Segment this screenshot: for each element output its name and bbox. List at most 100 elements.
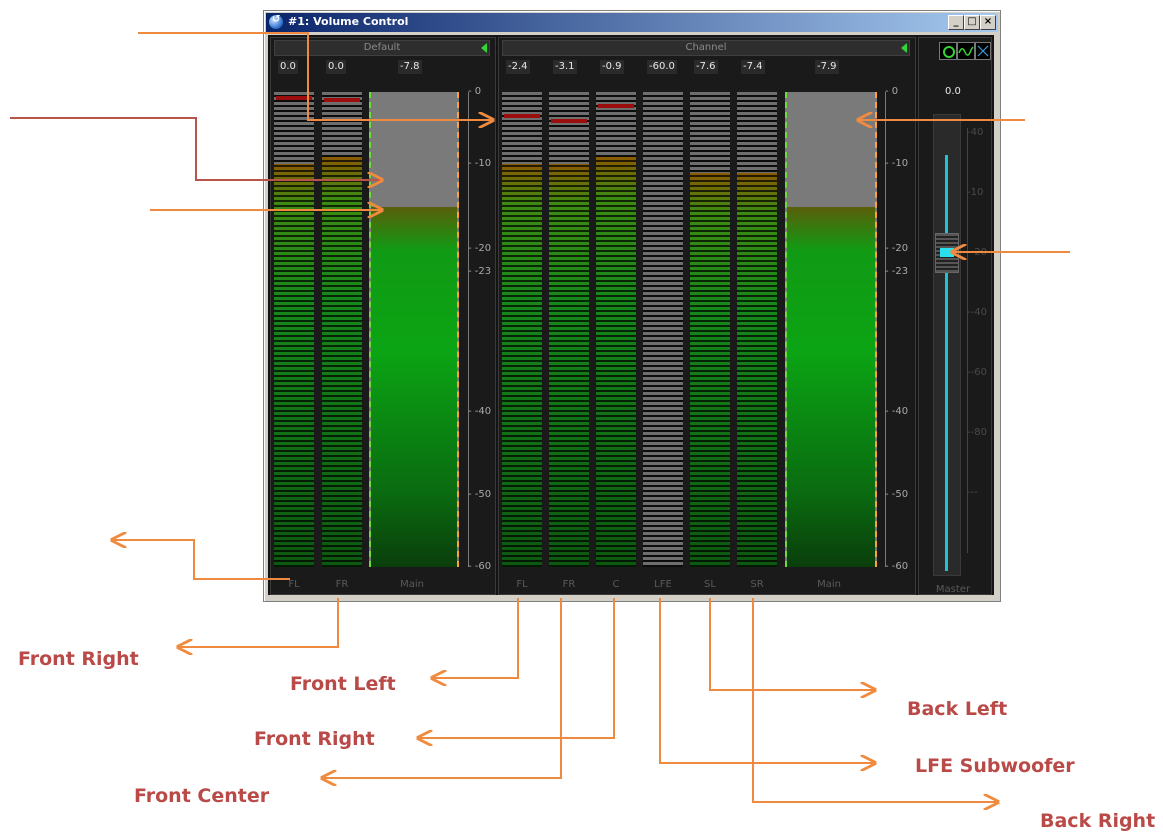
minimize-button[interactable]: _ <box>948 15 964 30</box>
scale-tick: - -23 <box>468 266 492 277</box>
annotation-label-front-right-2: Front Right <box>254 728 375 750</box>
channel-level-meter <box>643 92 683 567</box>
channel-label: FR <box>562 579 576 590</box>
scale-tick: - -10 <box>885 158 909 169</box>
scale-tick: - -10 <box>468 158 492 169</box>
annotation-label-front-left: Front Left <box>290 673 396 695</box>
channel-level-meter <box>322 92 362 567</box>
master-scale-tick: --60 <box>967 367 987 378</box>
channel-value-readout: -7.9 <box>815 60 839 74</box>
mixer-client-area: Default 0.0 0.0 -7.8 FL FR Main - 0 - -10 - -2… <box>268 35 994 595</box>
scale-tick: - -20 <box>468 243 492 254</box>
annotation-label-back-left: Back Left <box>907 698 1008 720</box>
meter-segments <box>274 92 314 567</box>
meter-fill <box>371 206 457 567</box>
default-panel: Default 0.0 0.0 -7.8 FL FR Main - 0 - -10 - -2… <box>270 37 496 595</box>
channel-panel: Channel -2.4 -3.1 -0.9 -60.0 -7.6 -7.4 -7.9 FL… <box>498 37 916 595</box>
channel-value-readout: -0.9 <box>600 60 624 74</box>
channel-value-readout: 0.0 <box>326 60 346 74</box>
pointer-arrow <box>432 598 519 678</box>
scale-tick: - -40 <box>468 406 492 417</box>
close-button[interactable]: × <box>980 15 996 30</box>
channel-label: Main <box>817 579 841 590</box>
window-title: #1: Volume Control <box>288 15 409 28</box>
meter-segments <box>643 92 683 567</box>
channel-value-readout: -7.4 <box>741 60 765 74</box>
channel-level-meter <box>274 92 314 567</box>
channel-value-readout: -60.0 <box>647 60 677 74</box>
channel-value-readout: -3.1 <box>553 60 577 74</box>
channel-label: C <box>612 579 620 590</box>
peak-indicator <box>551 119 587 124</box>
main-level-meter <box>785 92 877 567</box>
meter-segments <box>690 92 730 567</box>
peak-indicator <box>504 113 540 118</box>
master-scale: -40 -10 --20 --40 --60 --80 --- <box>967 128 987 553</box>
peak-indicator <box>598 103 634 108</box>
scale-tick: - -60 <box>468 561 492 572</box>
waveform-icon[interactable] <box>957 42 975 60</box>
pointer-arrow <box>709 598 875 690</box>
channel-level-meter <box>737 92 777 567</box>
meter-fill <box>787 206 875 567</box>
peak-indicator <box>276 95 312 100</box>
channel-label: FR <box>335 579 349 590</box>
channel-level-meter <box>690 92 730 567</box>
channel-level-meter <box>549 92 589 567</box>
channel-panel-header[interactable]: Channel <box>502 40 910 56</box>
master-scale-tick: --- <box>967 487 978 498</box>
pointer-arrow <box>659 598 875 763</box>
master-label: Master <box>935 584 971 595</box>
annotation-label-back-right: Back Right <box>1040 810 1156 832</box>
channel-label: Main <box>400 579 424 590</box>
meter-segments <box>502 92 542 567</box>
main-level-meter <box>369 92 459 567</box>
default-header-label: Default <box>363 42 401 53</box>
master-panel: 0.0 -40 -10 --20 --40 --60 --80 --- Master <box>918 37 992 595</box>
scale-tick: - 0 <box>468 86 482 97</box>
scale-tick: - -40 <box>885 406 909 417</box>
channel-db-scale: - 0 - -10 - -20 - -23 - -40 - -50 - -60 <box>885 87 909 572</box>
master-slider-track[interactable] <box>933 114 961 576</box>
channel-level-meter <box>502 92 542 567</box>
collapse-triangle-icon[interactable] <box>901 43 907 53</box>
scale-tick: - -60 <box>885 561 909 572</box>
master-value: 0.0 <box>945 86 961 97</box>
app-icon: ↺ <box>269 14 283 29</box>
maximize-button[interactable]: □ <box>964 15 980 30</box>
power-icon[interactable] <box>939 42 957 60</box>
channel-header-label: Channel <box>685 42 727 53</box>
channel-label: FL <box>516 579 528 590</box>
scale-tick: - -20 <box>885 243 909 254</box>
scale-tick: - -23 <box>885 266 909 277</box>
meter-segments <box>549 92 589 567</box>
pointer-arrow <box>178 598 339 647</box>
master-slider-knob[interactable] <box>935 233 959 273</box>
annotation-label-front-center: Front Center <box>134 785 270 807</box>
title-bar[interactable]: ↺ #1: Volume Control _ □ × <box>266 13 998 32</box>
master-scale-tick: -10 <box>967 187 984 198</box>
default-db-scale: - 0 - -10 - -20 - -23 - -40 - -50 - -60 <box>468 87 492 572</box>
master-scale-tick: --40 <box>967 307 987 318</box>
default-panel-header[interactable]: Default <box>274 40 490 56</box>
master-scale-tick: --80 <box>967 427 987 438</box>
scale-tick: - -50 <box>885 489 909 500</box>
volume-control-window: ↺ #1: Volume Control _ □ × Default 0.0 0.… <box>263 10 1001 602</box>
channel-level-meter <box>596 92 636 567</box>
channel-label: SL <box>704 579 716 590</box>
master-level-line <box>945 155 948 571</box>
pointer-arrow <box>418 598 615 738</box>
scale-tick: - -50 <box>468 489 492 500</box>
meter-segments <box>322 92 362 567</box>
channel-label: FL <box>288 579 300 590</box>
channel-value-readout: 0.0 <box>278 60 298 74</box>
peak-indicator <box>324 97 360 102</box>
channel-value-readout: -2.4 <box>506 60 530 74</box>
channel-value-readout: -7.8 <box>398 60 422 74</box>
channel-label: LFE <box>654 579 672 590</box>
collapse-triangle-icon[interactable] <box>481 43 487 53</box>
grid-icon[interactable] <box>975 42 991 60</box>
channel-value-readout: -7.6 <box>694 60 718 74</box>
annotation-label-lfe: LFE Subwoofer <box>915 755 1075 777</box>
scale-tick: - 0 <box>885 86 899 97</box>
